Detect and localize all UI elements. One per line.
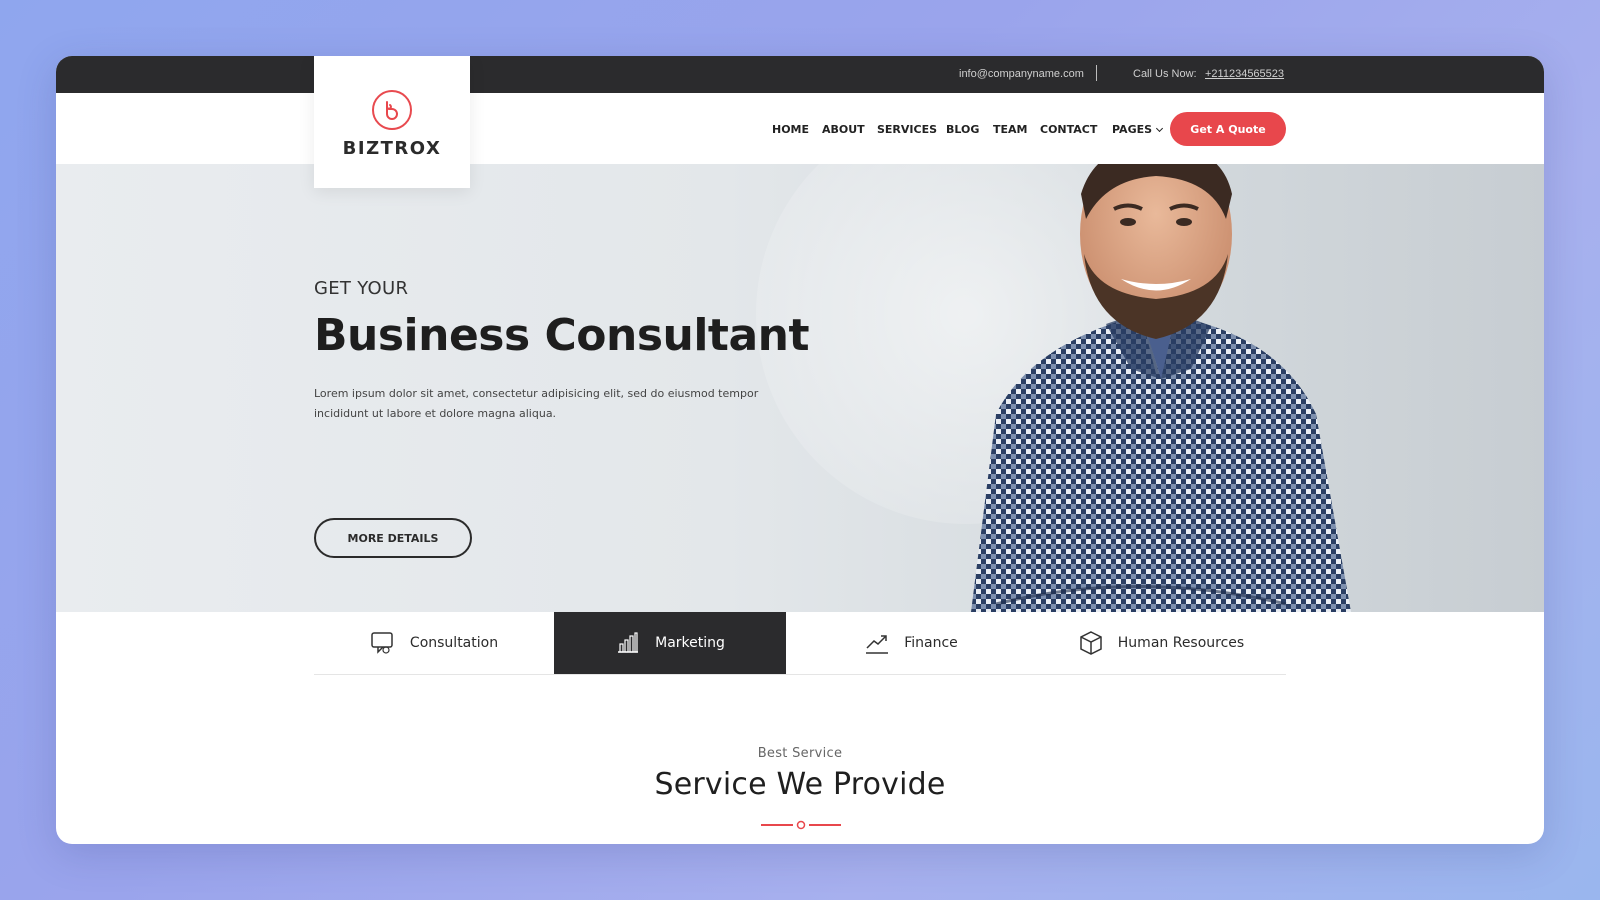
more-details-button[interactable]: MORE DETAILS <box>314 518 472 558</box>
brand-name: BIZTROX <box>342 137 442 159</box>
trend-up-icon <box>864 630 890 656</box>
tab-label: Finance <box>904 635 958 651</box>
service-tabs: Consultation Marketing Finance Human Res… <box>314 612 1286 675</box>
logo-mark-icon <box>372 89 412 130</box>
tab-human-resources[interactable]: Human Resources <box>1036 612 1286 674</box>
nav-team[interactable]: TEAM <box>993 123 1027 136</box>
browser-window: info@companyname.com Call Us Now: +21123… <box>56 56 1544 844</box>
hero-title: Business Consultant <box>314 310 810 361</box>
get-quote-button[interactable]: Get A Quote <box>1170 112 1286 146</box>
logo[interactable]: BIZTROX <box>314 56 470 188</box>
chat-icon <box>370 630 396 656</box>
consultant-photo <box>971 164 1351 612</box>
nav-about[interactable]: ABOUT <box>822 123 865 136</box>
hero-eyebrow: GET YOUR <box>314 278 409 299</box>
call-label: Call Us Now: <box>1133 68 1197 80</box>
nav-home[interactable]: HOME <box>772 123 809 136</box>
hero-description: Lorem ipsum dolor sit amet, consectetur … <box>314 387 759 420</box>
main-navbar: HOME ABOUT SERVICES BLOG TEAM CONTACT PA… <box>56 93 1544 164</box>
tab-marketing[interactable]: Marketing <box>554 612 786 674</box>
section-subtitle: Best Service <box>757 746 843 761</box>
nav-pages-dropdown[interactable]: PAGES <box>1112 123 1164 136</box>
tab-consultation[interactable]: Consultation <box>314 612 554 674</box>
phone-link[interactable]: +211234565523 <box>1205 68 1284 80</box>
chevron-down-icon <box>1155 124 1164 133</box>
bar-chart-icon <box>615 630 641 656</box>
nav-contact[interactable]: CONTACT <box>1040 123 1097 136</box>
tab-label: Marketing <box>655 635 725 651</box>
nav-blog[interactable]: BLOG <box>946 123 979 136</box>
tab-label: Human Resources <box>1117 635 1245 651</box>
top-info-bar: info@companyname.com Call Us Now: +21123… <box>56 56 1544 93</box>
tab-finance[interactable]: Finance <box>786 612 1036 674</box>
contact-email[interactable]: info@companyname.com <box>959 68 1084 80</box>
nav-pages-label: PAGES <box>1112 123 1153 136</box>
box-icon <box>1078 630 1104 656</box>
section-title: Service We Provide <box>654 767 946 802</box>
nav-services[interactable]: SERVICES <box>877 123 937 136</box>
services-section-header: Best Service Service We Provide <box>56 746 1544 802</box>
topbar-divider <box>1096 65 1097 81</box>
section-divider <box>761 820 841 830</box>
hero-section: GET YOUR Business Consultant Lorem ipsum… <box>56 164 1544 612</box>
tab-label: Consultation <box>409 635 499 651</box>
